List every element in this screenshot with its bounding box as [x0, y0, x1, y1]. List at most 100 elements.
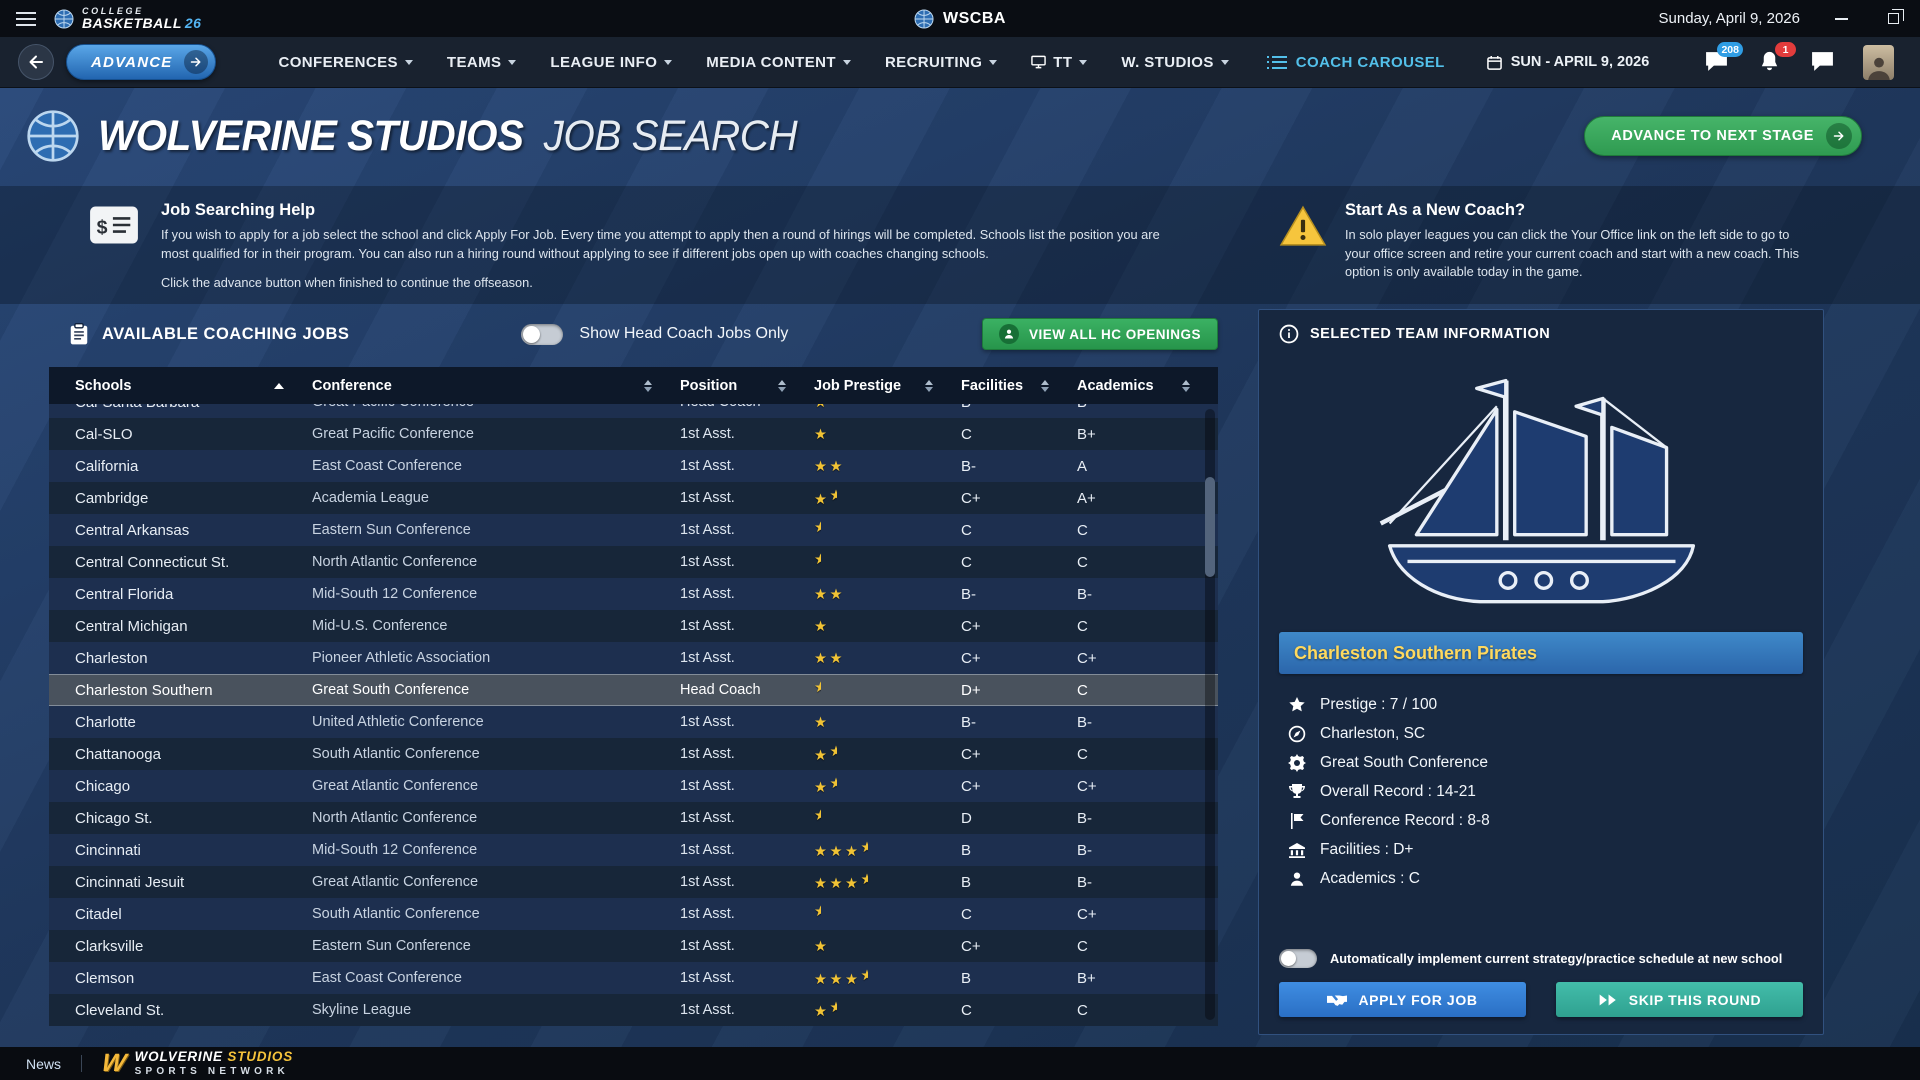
advance-button[interactable]: ADVANCE — [66, 44, 216, 80]
prestige-stars: ★★★★ — [814, 844, 868, 860]
money-list-icon: $ — [89, 201, 139, 304]
table-row[interactable]: Central Connecticut St.North Atlantic Co… — [49, 546, 1218, 578]
table-row[interactable]: Cleveland St.Skyline League1st Asst.★★CC — [49, 994, 1218, 1026]
position-cell: Head Coach — [680, 404, 814, 410]
table-row[interactable]: Central ArkansasEastern Sun Conference1s… — [49, 514, 1218, 546]
scrollbar-thumb[interactable] — [1205, 477, 1215, 577]
school-cell: Charleston — [75, 650, 312, 667]
position-cell: 1st Asst. — [680, 618, 814, 634]
column-label: Conference — [312, 378, 392, 394]
column-header-conference[interactable]: Conference — [312, 378, 680, 394]
school-cell: Chattanooga — [75, 746, 312, 763]
conference-cell: Academia League — [312, 490, 680, 506]
chat-button[interactable] — [1810, 50, 1837, 74]
jobs-table-header: SchoolsConference Position Job PrestigeFac… — [49, 367, 1218, 404]
minimize-button[interactable] — [1830, 8, 1852, 30]
table-row[interactable]: ClarksvilleEastern Sun Conference1st Ass… — [49, 930, 1218, 962]
nav-item-label: TT — [1053, 54, 1072, 71]
notifications-button[interactable]: 1 — [1757, 50, 1784, 74]
column-header-schools[interactable]: Schools — [75, 378, 312, 394]
table-row[interactable]: CincinnatiMid-South 12 Conference1st Ass… — [49, 834, 1218, 866]
academics-cell: B- — [1077, 810, 1218, 827]
table-row[interactable]: CitadelSouth Atlantic Conference1st Asst… — [49, 898, 1218, 930]
head-coach-only-toggle[interactable] — [521, 324, 563, 345]
nav-item-teams[interactable]: TEAMS — [447, 54, 517, 71]
help-title: Job Searching Help — [161, 201, 1176, 220]
prestige-stars: ★★ — [814, 780, 837, 796]
table-row[interactable]: Central FloridaMid-South 12 Conference1s… — [49, 578, 1218, 610]
school-cell: Cal-SLO — [75, 426, 312, 443]
hamburger-menu-icon[interactable] — [16, 12, 38, 26]
nav-item-w-studios[interactable]: W. STUDIOS — [1121, 54, 1228, 71]
back-button[interactable] — [18, 44, 54, 80]
team-panel-title: SELECTED TEAM INFORMATION — [1310, 326, 1550, 342]
nav-date[interactable]: SUN - APRIL 9, 2026 — [1487, 54, 1650, 70]
apply-for-job-button[interactable]: APPLY FOR JOB — [1279, 982, 1526, 1017]
restore-window-button[interactable] — [1882, 8, 1904, 30]
prestige-cell: ★ — [814, 404, 961, 411]
titlebar-date: Sunday, April 9, 2026 — [1659, 10, 1801, 27]
table-row[interactable]: Chicago St.North Atlantic Conference1st … — [49, 802, 1218, 834]
game-logo-icon — [26, 109, 80, 163]
conference-cell: North Atlantic Conference — [312, 810, 680, 826]
table-scrollbar[interactable] — [1205, 409, 1215, 1020]
nav-item-coach-carousel[interactable]: COACH CAROUSEL — [1267, 54, 1445, 71]
news-link[interactable]: News — [26, 1056, 61, 1072]
table-row[interactable]: CaliforniaEast Coast Conference1st Asst.… — [49, 450, 1218, 482]
help-body: If you wish to apply for a job select th… — [161, 226, 1176, 263]
school-cell: Central Michigan — [75, 618, 312, 635]
chevron-down-icon — [843, 60, 851, 65]
facilities-cell: C — [961, 1002, 1077, 1019]
prestige-cell: ★★ — [814, 458, 961, 475]
ws-brand-line1: WOLVERINE STUDIOS — [135, 1050, 293, 1065]
table-row[interactable]: CharlestonPioneer Athletic Association1s… — [49, 642, 1218, 674]
team-stat: Conference Record : 8-8 — [1287, 806, 1803, 835]
team-stat-label: Conference Record : 8-8 — [1320, 812, 1490, 830]
column-header-position[interactable]: Position — [680, 378, 814, 394]
monitor-icon — [1031, 55, 1046, 69]
academics-cell: C — [1077, 746, 1218, 763]
arrow-right-icon — [184, 50, 208, 74]
column-header-job-prestige[interactable]: Job Prestige — [814, 378, 961, 394]
skip-this-round-button[interactable]: SKIP THIS ROUND — [1556, 982, 1803, 1017]
table-row[interactable]: Cal-SLOGreat Pacific Conference1st Asst.… — [49, 418, 1218, 450]
school-cell: Chicago — [75, 778, 312, 795]
facilities-cell: B — [961, 842, 1077, 859]
academics-cell: C+ — [1077, 906, 1218, 923]
table-row[interactable]: CambridgeAcademia League1st Asst.★★C+A+ — [49, 482, 1218, 514]
nav-item-media-content[interactable]: MEDIA CONTENT — [706, 54, 851, 71]
conference-cell: Great South Conference — [312, 682, 680, 698]
location-icon — [1287, 724, 1306, 743]
facilities-cell: B- — [961, 458, 1077, 475]
advance-to-next-stage-button[interactable]: ADVANCE TO NEXT STAGE — [1584, 116, 1862, 156]
auto-strategy-toggle[interactable] — [1279, 949, 1317, 968]
table-row[interactable]: Cincinnati JesuitGreat Atlantic Conferen… — [49, 866, 1218, 898]
table-row[interactable]: CharlotteUnited Athletic Conference1st A… — [49, 706, 1218, 738]
table-row[interactable]: ClemsonEast Coast Conference1st Asst.★★★… — [49, 962, 1218, 994]
position-cell: 1st Asst. — [680, 426, 814, 442]
prestige-cell: ★ — [814, 426, 961, 443]
nav-menu: CONFERENCES TEAMS LEAGUE INFO MEDIA CONTENT… — [278, 54, 1228, 71]
column-header-academics[interactable]: Academics — [1077, 378, 1218, 394]
school-cell: Cleveland St. — [75, 1002, 312, 1019]
table-row[interactable]: Cal-Santa BarbaraGreat Pacific Conferenc… — [49, 404, 1218, 418]
table-row[interactable]: ChattanoogaSouth Atlantic Conference1st … — [49, 738, 1218, 770]
nav-item-tt[interactable]: TT — [1031, 54, 1087, 71]
nav-item-recruiting[interactable]: RECRUITING — [885, 54, 997, 71]
messages-button[interactable]: 208 — [1704, 50, 1731, 74]
prestige-stars: ★ — [814, 684, 821, 700]
school-cell: Clarksville — [75, 938, 312, 955]
column-label: Position — [680, 378, 737, 394]
table-row[interactable]: Central MichiganMid-U.S. Conference1st A… — [49, 610, 1218, 642]
school-cell: Central Connecticut St. — [75, 554, 312, 571]
user-avatar[interactable] — [1863, 45, 1894, 80]
person-icon — [1287, 869, 1306, 888]
view-all-hc-openings-button[interactable]: VIEW ALL HC OPENINGS — [982, 318, 1218, 350]
prestige-cell: ★ — [814, 938, 961, 955]
nav-item-conferences[interactable]: CONFERENCES — [278, 54, 412, 71]
facilities-cell: C — [961, 522, 1077, 539]
table-row[interactable]: ChicagoGreat Atlantic Conference1st Asst… — [49, 770, 1218, 802]
table-row-selected[interactable]: Charleston SouthernGreat South Conferenc… — [49, 674, 1218, 706]
column-header-facilities[interactable]: Facilities — [961, 378, 1077, 394]
nav-item-league-info[interactable]: LEAGUE INFO — [550, 54, 672, 71]
